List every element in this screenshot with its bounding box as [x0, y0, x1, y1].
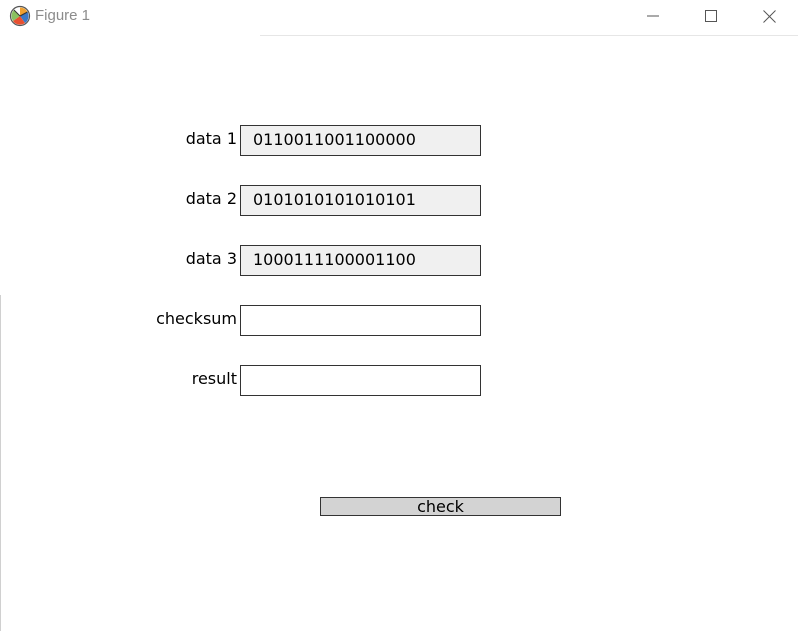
check-button[interactable]: check [320, 497, 561, 516]
result-field[interactable] [240, 365, 481, 396]
minimize-button[interactable] [624, 0, 682, 32]
data-2-field[interactable]: 0101010101010101 [240, 185, 481, 216]
data-3-value: 1000111100001100 [253, 250, 416, 269]
close-button[interactable] [740, 0, 798, 32]
matplotlib-icon [9, 5, 31, 27]
header-divider [260, 35, 798, 36]
maximize-button[interactable] [682, 0, 740, 32]
close-icon [762, 9, 776, 23]
minimize-icon [647, 10, 659, 22]
data-3-field[interactable]: 1000111100001100 [240, 245, 481, 276]
data-1-field[interactable]: 0110011001100000 [240, 125, 481, 156]
result-label: result [191, 369, 237, 388]
data-1-label: data 1 [185, 129, 237, 148]
checksum-label: checksum [156, 309, 237, 328]
data-1-value: 0110011001100000 [253, 130, 416, 149]
data-2-value: 0101010101010101 [253, 190, 416, 209]
maximize-icon [705, 10, 717, 22]
title-bar: Figure 1 [0, 0, 798, 32]
left-edge-divider [0, 295, 1, 631]
data-3-label: data 3 [185, 249, 237, 268]
data-2-label: data 2 [185, 189, 237, 208]
checksum-field[interactable] [240, 305, 481, 336]
window-title: Figure 1 [35, 7, 91, 24]
